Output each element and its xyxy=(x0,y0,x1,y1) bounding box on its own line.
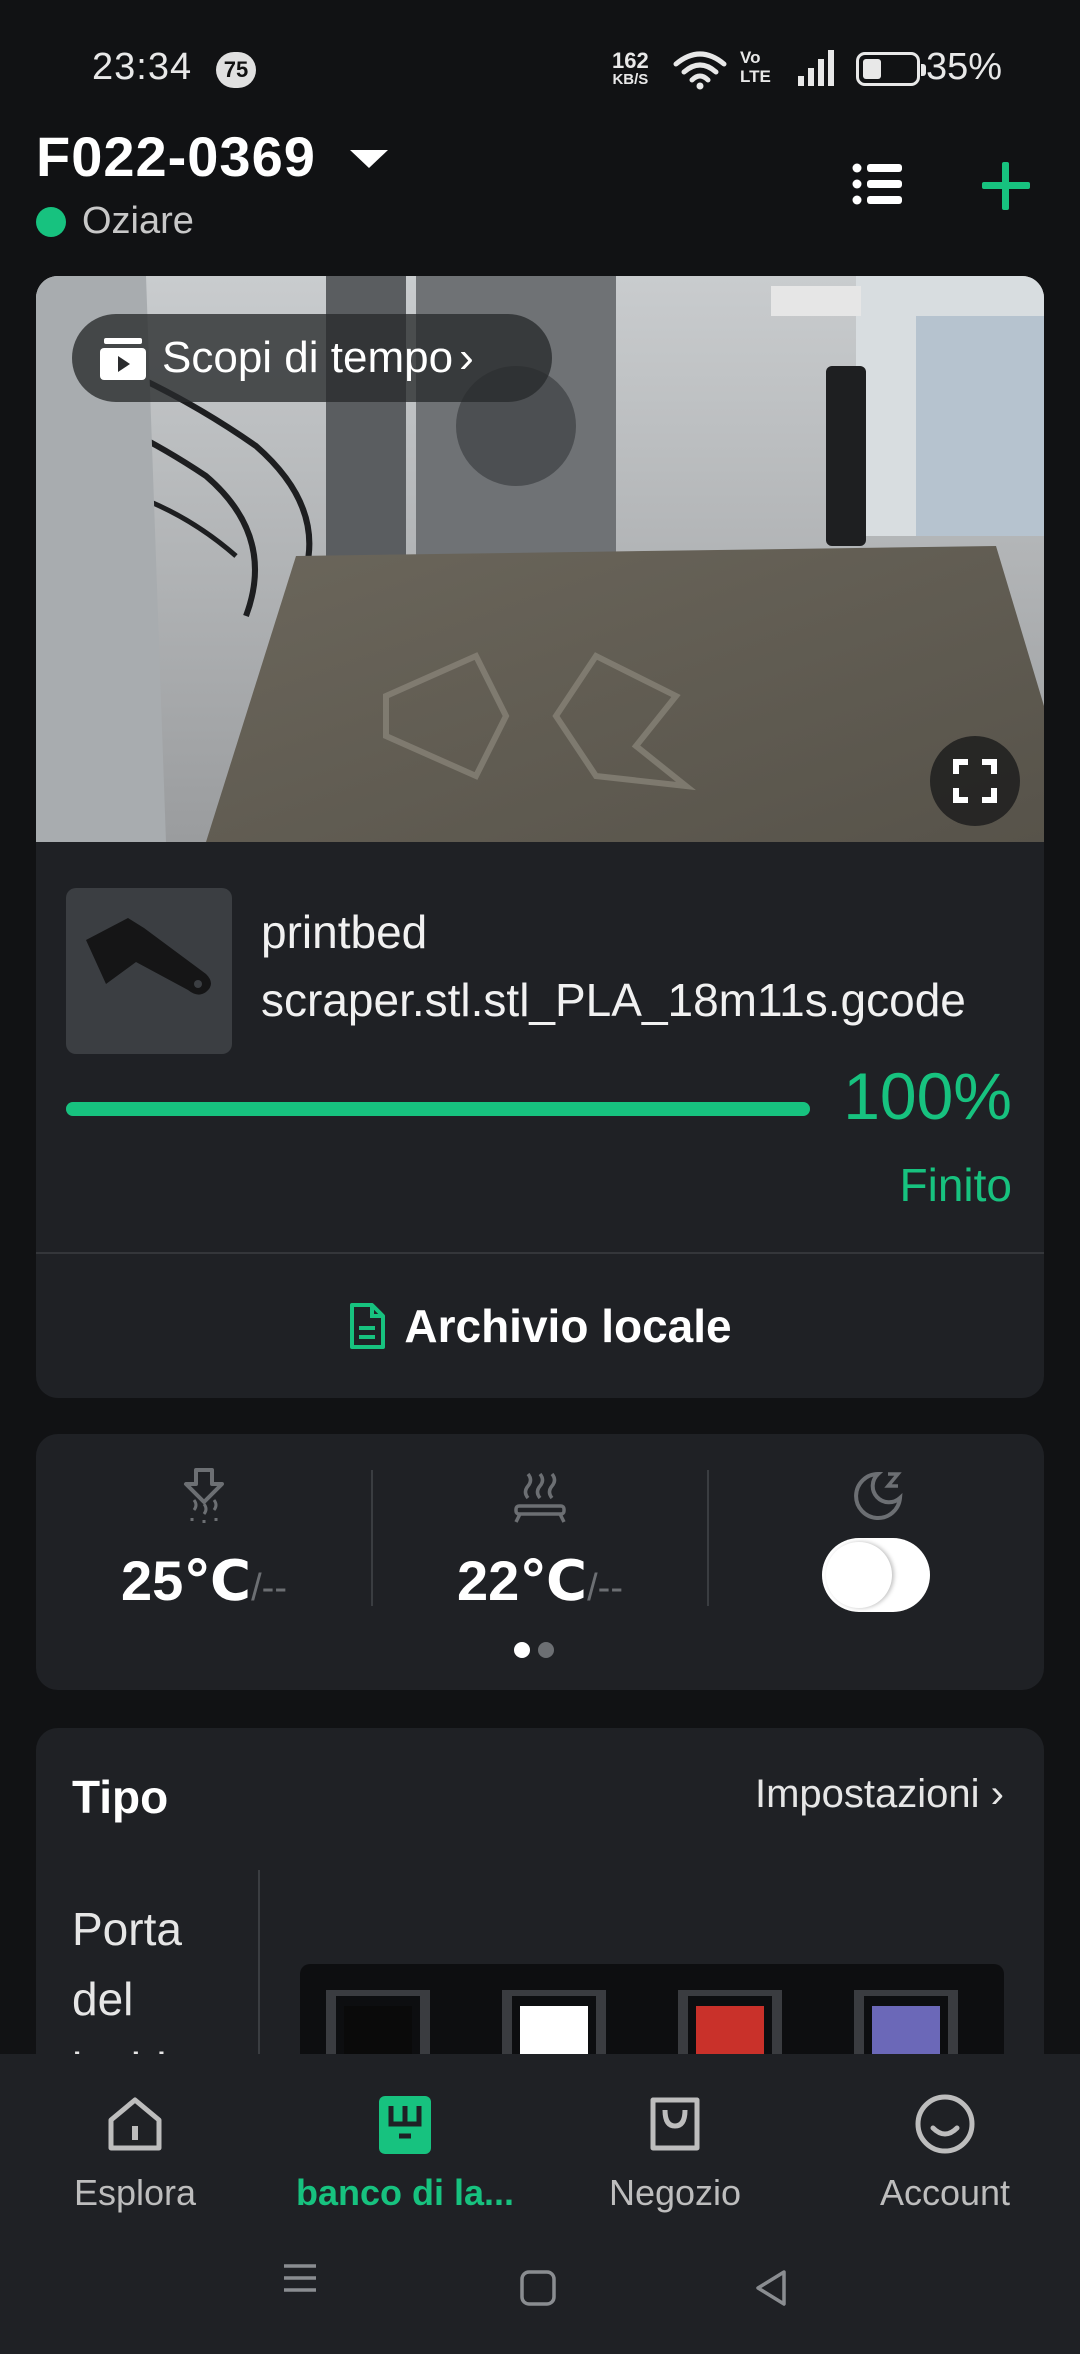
bottom-navigation: Esplora banco di la... Negozio Account xyxy=(0,2054,1080,2354)
progress-fill xyxy=(66,1102,810,1116)
sleep-moon-icon xyxy=(854,1471,903,1520)
bed-temp-target: /-- xyxy=(587,1567,623,1609)
nav-shop-label: Negozio xyxy=(608,2172,742,2213)
notification-count-badge: 75 xyxy=(216,52,256,88)
clock: 23:34 xyxy=(92,46,193,88)
bed-temp-value: 22℃/-- xyxy=(372,1548,708,1614)
wifi-icon xyxy=(673,51,727,90)
nav-account[interactable]: Account xyxy=(810,2074,1080,2234)
system-back-icon[interactable] xyxy=(752,2268,792,2308)
nav-account-label: Account xyxy=(879,2172,1011,2213)
timelapse-icon xyxy=(100,338,146,380)
battery-percent: 35% xyxy=(926,46,1003,88)
model-thumbnail xyxy=(66,888,232,1054)
account-icon xyxy=(915,2094,975,2154)
system-menu-icon[interactable] xyxy=(280,2258,320,2298)
volte-line1: Vo xyxy=(740,48,761,67)
status-bar: 23:34 75 162 KB/S Vo LTE 35% xyxy=(0,0,1080,140)
camera-feed[interactable]: Scopi di tempo › xyxy=(36,276,1044,842)
network-speed: 162 KB/S xyxy=(612,50,649,88)
timelapse-label: Scopi di tempo xyxy=(162,333,454,382)
progress-bar xyxy=(66,1102,810,1116)
nozzle-temp-value: 25℃/-- xyxy=(36,1548,372,1614)
fullscreen-button[interactable] xyxy=(930,736,1020,826)
system-home-icon[interactable] xyxy=(518,2268,558,2308)
caret-down-icon[interactable] xyxy=(350,150,388,168)
network-speed-value: 162 xyxy=(612,48,649,73)
tipo-title: Tipo xyxy=(72,1771,169,1823)
document-icon xyxy=(350,1303,386,1349)
add-device-icon[interactable] xyxy=(980,160,1032,212)
local-archive-label: Archivio locale xyxy=(404,1300,732,1352)
status-dot xyxy=(36,207,66,237)
nav-explore-label: Esplora xyxy=(73,2172,197,2213)
home-icon xyxy=(108,2097,162,2151)
settings-link[interactable]: Impostazioni › xyxy=(755,1772,1004,1817)
device-selector[interactable]: F022-0369 xyxy=(36,124,316,189)
nozzle-temp[interactable]: 25℃/-- xyxy=(36,1434,372,1690)
local-archive-button[interactable]: Archivio locale xyxy=(36,1254,1044,1398)
nozzle-temp-current: 25℃ xyxy=(121,1549,252,1612)
nav-workbench-label: banco di la... xyxy=(295,2172,515,2213)
chevron-right-icon: › xyxy=(979,1772,1004,1816)
device-status: Oziare xyxy=(82,200,194,242)
network-speed-unit: KB/S xyxy=(612,71,649,88)
separator xyxy=(707,1470,709,1606)
print-status-card: Scopi di tempo › printbed scraper.stl.st… xyxy=(36,276,1044,1398)
bed-temp-current: 22℃ xyxy=(457,1549,588,1612)
print-state: Finito xyxy=(899,1159,1012,1211)
heated-bed-icon xyxy=(514,1472,566,1523)
chevron-right-icon: › xyxy=(459,333,474,382)
nav-explore[interactable]: Esplora xyxy=(0,2074,270,2234)
timelapse-button[interactable]: Scopi di tempo › xyxy=(72,314,552,402)
volte-indicator: Vo LTE xyxy=(740,48,771,86)
fullscreen-icon xyxy=(953,759,997,803)
shop-bag-icon xyxy=(650,2097,700,2151)
progress-percent: 100% xyxy=(843,1059,1012,1133)
cell-signal-icon xyxy=(798,50,834,86)
workbench-icon xyxy=(379,2096,431,2154)
list-icon[interactable] xyxy=(852,160,904,208)
file-name: printbed scraper.stl.stl_PLA_18m11s.gcod… xyxy=(261,906,966,1026)
battery-icon xyxy=(856,52,926,86)
settings-label: Impostazioni xyxy=(755,1772,980,1816)
nozzle-temp-target: /-- xyxy=(251,1567,287,1609)
nozzle-icon xyxy=(184,1468,224,1526)
temperature-card[interactable]: 25℃/-- 22℃/-- xyxy=(36,1434,1044,1690)
nav-shop[interactable]: Negozio xyxy=(540,2074,810,2234)
volte-line2: LTE xyxy=(740,67,771,86)
sleep-toggle[interactable] xyxy=(822,1538,930,1612)
scraper-model-image xyxy=(86,918,211,995)
nav-workbench[interactable]: banco di la... xyxy=(270,2074,540,2234)
